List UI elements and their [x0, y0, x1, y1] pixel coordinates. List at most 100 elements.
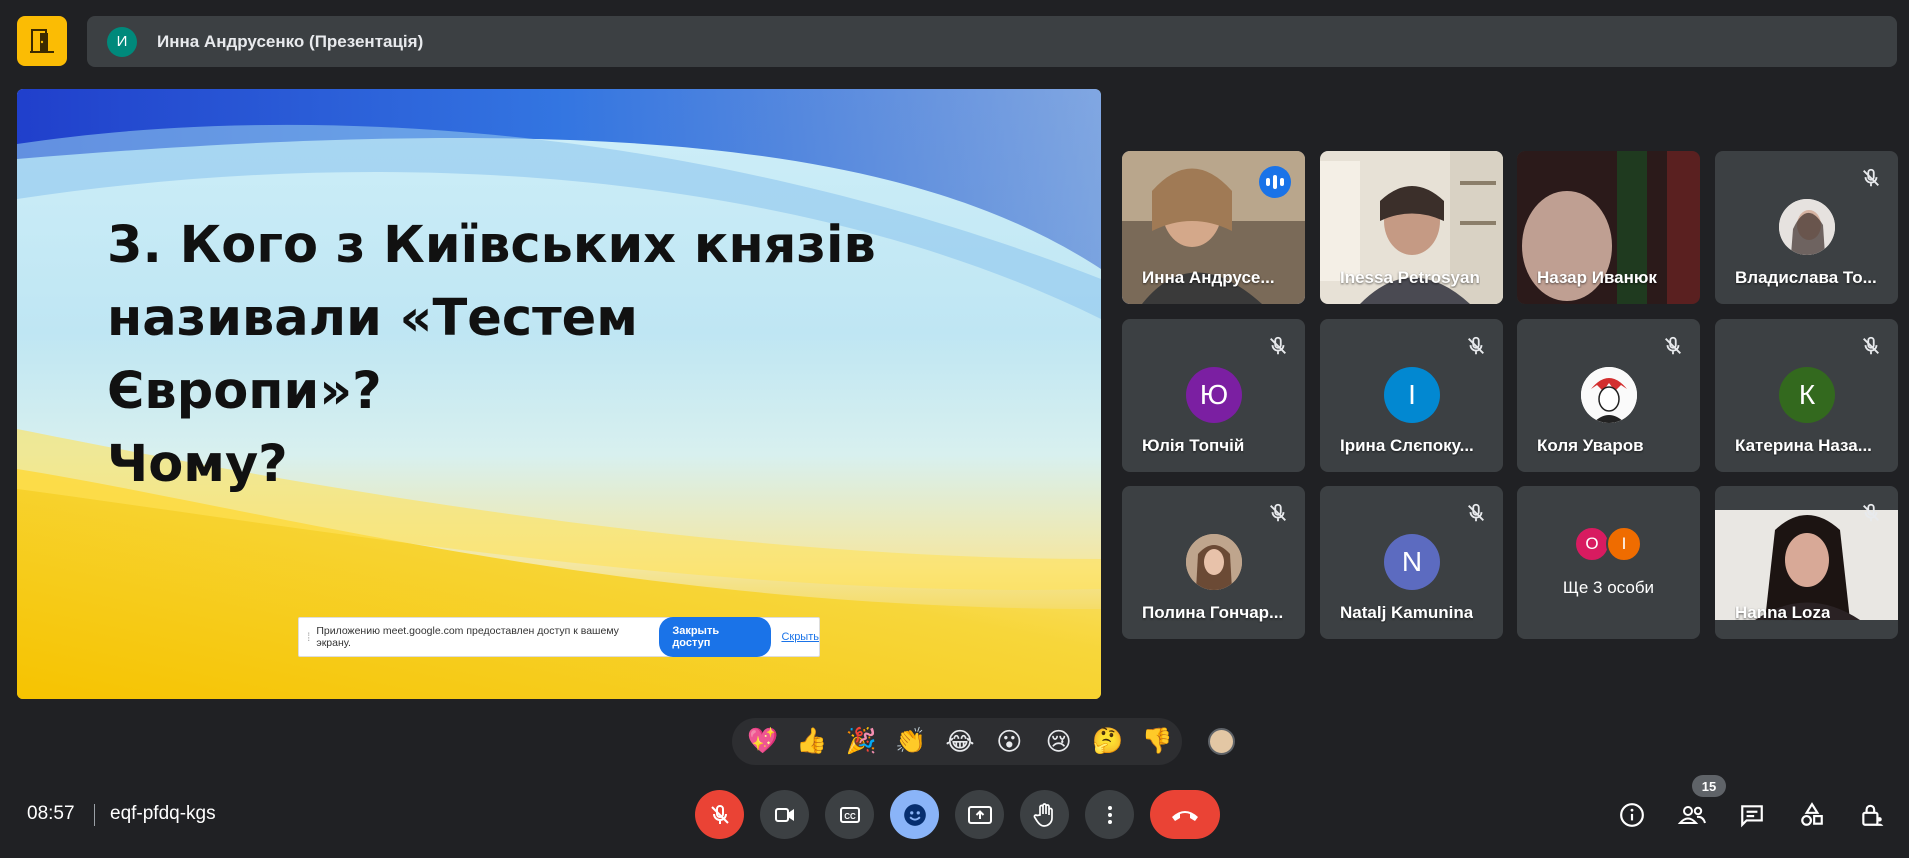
presentation-banner: И Инна Андрусенко (Презентація)	[87, 16, 1897, 67]
participant-tile[interactable]: Ю Юлія Топчій	[1122, 319, 1305, 472]
people-icon	[1677, 806, 1706, 824]
participant-avatar-photo	[1186, 534, 1242, 590]
lock-person-icon	[1862, 804, 1884, 826]
participant-tile[interactable]: Владислава То...	[1715, 151, 1898, 304]
participant-tile[interactable]: Inessa Petrosyan	[1320, 151, 1503, 304]
participant-avatar-photo	[1779, 199, 1835, 255]
present-to-all-icon	[967, 805, 992, 824]
participant-tile[interactable]: Hanna Loza	[1715, 486, 1898, 639]
clock: 08:57	[27, 803, 75, 824]
leave-call-button[interactable]	[1150, 790, 1220, 839]
shared-presentation: 3. Кого з Київських князів називали «Тес…	[17, 89, 1101, 699]
people-button[interactable]	[1675, 798, 1709, 832]
meeting-code: eqf-pfdq-kgs	[110, 803, 216, 824]
reaction-sparkling-heart[interactable]: 💖	[738, 727, 787, 756]
call-end-icon	[1172, 810, 1198, 821]
participant-name: Юлія Топчій	[1142, 436, 1245, 455]
mic-off-icon	[1863, 336, 1879, 355]
mic-off-icon	[1270, 503, 1286, 522]
participant-name: Ірина Слєпоку...	[1340, 436, 1474, 455]
activities-button[interactable]	[1795, 798, 1829, 832]
screen-share-notification: ⁞ Приложению meet.google.com предоставле…	[298, 617, 820, 657]
participant-count-badge: 15	[1692, 775, 1726, 797]
captions-button[interactable]: CC	[825, 790, 874, 839]
skin-tone-picker[interactable]	[1208, 728, 1235, 755]
reactions-bar: 💖 👍 🎉 👏 😂 😮 😢 🤔 👎	[732, 718, 1182, 765]
present-screen-button[interactable]	[955, 790, 1004, 839]
participant-tile[interactable]: Полина Гончар...	[1122, 486, 1305, 639]
divider	[94, 804, 95, 826]
activities-icon	[1801, 802, 1823, 826]
presenter-title: Инна Андрусенко (Презентація)	[157, 31, 424, 51]
reaction-clapping[interactable]: 👏	[886, 727, 935, 756]
participant-name: Назар Иванюк	[1537, 268, 1657, 287]
reaction-thumbs-down[interactable]: 👎	[1133, 727, 1182, 756]
mic-off-icon	[1468, 503, 1484, 522]
mic-off-icon	[1863, 503, 1879, 522]
emoji-icon	[903, 803, 926, 826]
participant-avatar: І	[1384, 367, 1440, 423]
presenter-avatar: И	[107, 26, 137, 57]
participant-name: Владислава То...	[1735, 268, 1877, 287]
mic-off-icon	[1270, 336, 1286, 355]
video-camera-icon	[774, 807, 794, 822]
participant-avatar: N	[1384, 534, 1440, 590]
participant-tile[interactable]: Инна Андрусе...	[1122, 151, 1305, 304]
drag-handle-icon[interactable]: ⁞	[307, 630, 310, 644]
slide-title-line-3: Чому?	[107, 435, 288, 494]
mic-off-icon	[1468, 336, 1484, 355]
mic-off-icon	[1863, 168, 1879, 187]
more-vert-icon	[1107, 805, 1112, 824]
participant-tile[interactable]: К Катерина Наза...	[1715, 319, 1898, 472]
participant-name: Hanna Loza	[1735, 603, 1831, 622]
mic-off-icon	[710, 804, 729, 824]
slide-title-line-1: 3. Кого з Київських князів	[107, 216, 876, 275]
mic-off-icon	[1665, 336, 1681, 355]
participant-name: Natalj Kamunina	[1340, 603, 1474, 622]
svg-text:CC: CC	[844, 812, 856, 821]
participant-avatar: О	[1574, 526, 1610, 562]
participant-avatar-photo	[1581, 367, 1637, 423]
more-participants-tile[interactable]: О І Ще 3 особи	[1517, 486, 1700, 639]
share-message: Приложению meet.google.com предоставлен …	[316, 625, 619, 649]
hide-link[interactable]: Скрыть	[781, 631, 819, 643]
slide-title: 3. Кого з Київських князів називали «Тес…	[107, 209, 907, 501]
participant-name: Полина Гончар...	[1142, 603, 1284, 622]
participant-name: Инна Андрусе...	[1142, 268, 1275, 287]
reaction-surprised[interactable]: 😮	[985, 727, 1034, 757]
closed-captions-icon: CC	[839, 806, 860, 823]
reaction-crying[interactable]: 😢	[1034, 727, 1083, 757]
chat-button[interactable]	[1735, 798, 1769, 832]
meeting-details-button[interactable]	[1615, 798, 1649, 832]
raise-hand-button[interactable]	[1020, 790, 1069, 839]
participant-name: Inessa Petrosyan	[1340, 268, 1480, 287]
more-participants-avatars: О І	[1574, 526, 1642, 562]
more-participants-label: Ще 3 особи	[1562, 578, 1655, 597]
participant-tile[interactable]: Назар Иванюк	[1517, 151, 1700, 304]
reaction-laughing[interactable]: 😂	[935, 727, 984, 757]
speaking-indicator-icon	[1259, 166, 1291, 198]
participant-avatar: Ю	[1186, 367, 1242, 423]
stop-sharing-button[interactable]: Закрыть доступ	[659, 617, 772, 657]
participant-name: Катерина Наза...	[1735, 436, 1872, 455]
slide-title-line-2: називали «Тестем Європи»?	[107, 289, 638, 421]
reactions-button[interactable]	[890, 790, 939, 839]
participant-name: Коля Уваров	[1537, 436, 1644, 455]
microphone-button[interactable]	[695, 790, 744, 839]
participant-avatar: К	[1779, 367, 1835, 423]
meet-logo-button[interactable]	[17, 16, 67, 66]
reaction-thinking[interactable]: 🤔	[1083, 727, 1132, 756]
reaction-thumbs-up[interactable]: 👍	[787, 727, 836, 756]
chat-icon	[1741, 805, 1763, 828]
participant-tile[interactable]: N Natalj Kamunina	[1320, 486, 1503, 639]
info-icon	[1620, 803, 1644, 827]
more-options-button[interactable]	[1085, 790, 1134, 839]
camera-button[interactable]	[760, 790, 809, 839]
hand-icon	[1033, 802, 1053, 827]
participant-tile[interactable]: І Ірина Слєпоку...	[1320, 319, 1503, 472]
reaction-party-popper[interactable]: 🎉	[837, 727, 886, 756]
participant-tile[interactable]: Коля Уваров	[1517, 319, 1700, 472]
host-controls-button[interactable]	[1855, 798, 1889, 832]
participant-avatar: І	[1606, 526, 1642, 562]
door-icon	[30, 29, 54, 53]
